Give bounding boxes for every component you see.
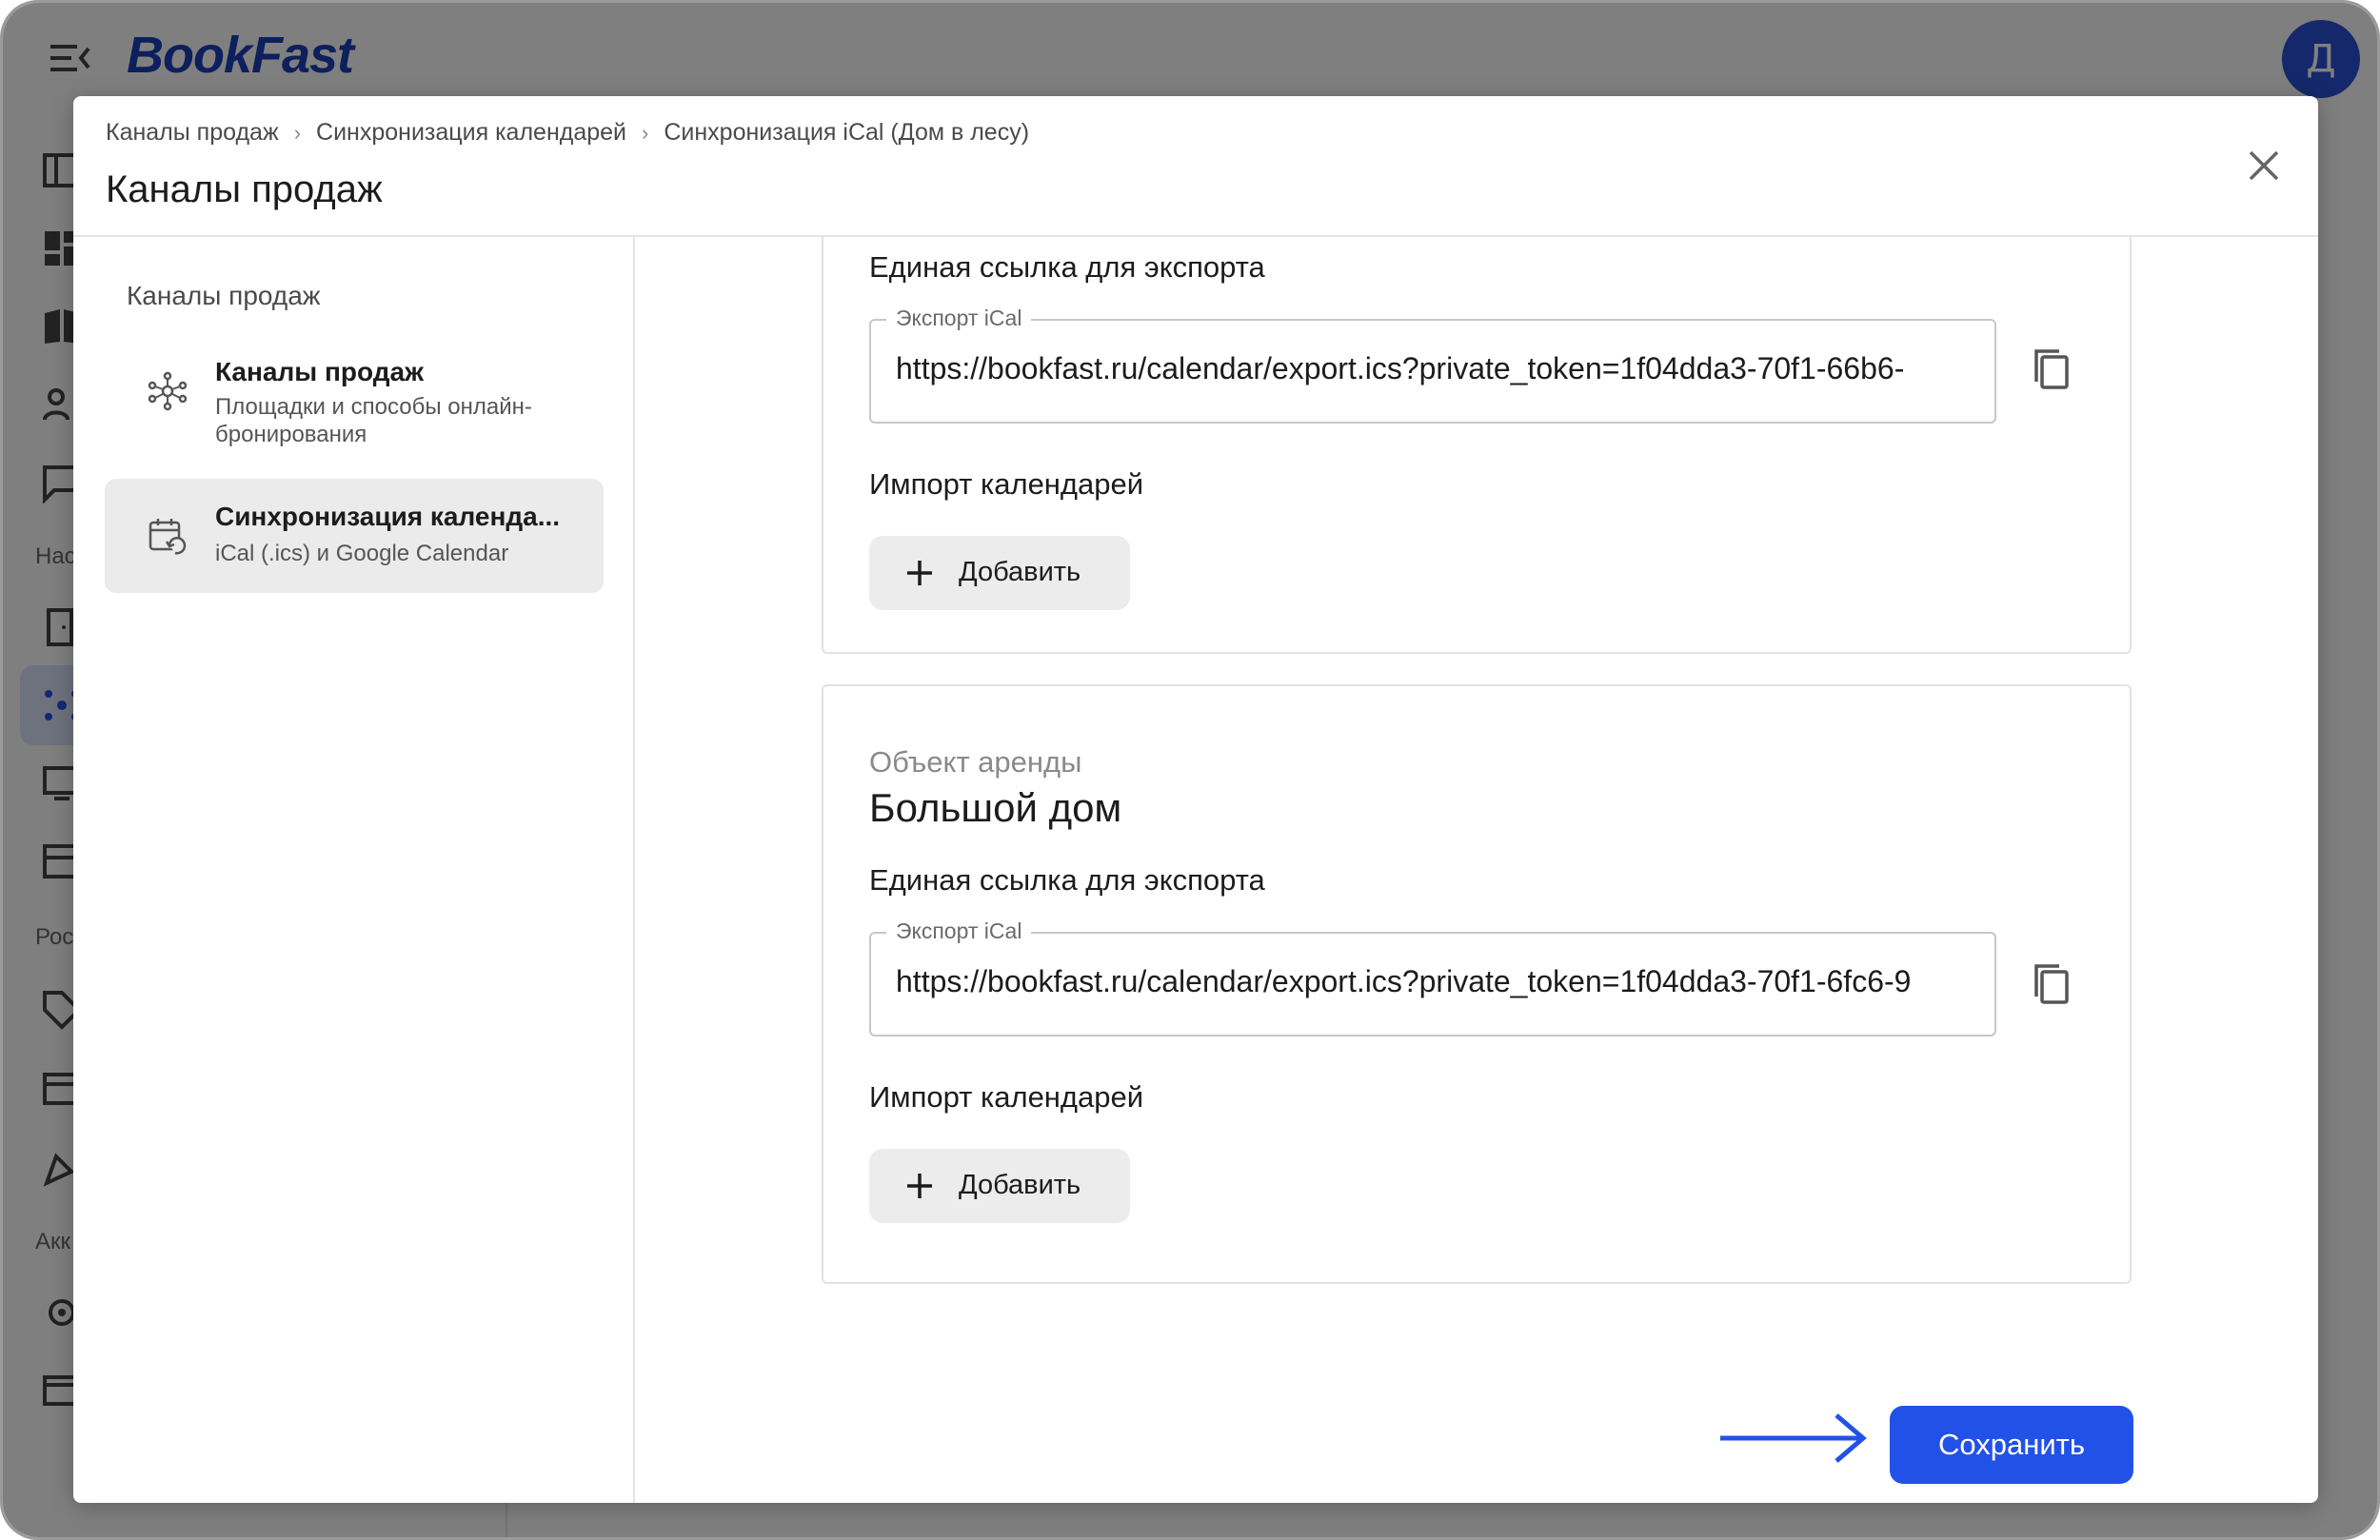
ical-export-field[interactable]: Экспорт iCal https://bookfast.ru/calenda… (869, 306, 1996, 424)
import-section-label: Импорт календарей (869, 1080, 1144, 1114)
breadcrumb-item-channels[interactable]: Каналы продаж (106, 119, 279, 147)
export-url-value[interactable]: https://bookfast.ru/calendar/export.ics?… (896, 351, 1977, 386)
object-name: Большой дом (869, 785, 1122, 830)
rental-object-card: Единая ссылка для экспорта Экспорт iCal … (822, 237, 2132, 654)
nav-item-title: Каналы продаж (215, 357, 424, 386)
plus-icon (907, 1174, 932, 1198)
calendar-sync-icon (149, 519, 187, 555)
network-icon (148, 371, 188, 411)
modal-nav: Каналы продаж Каналы продаж Площадки и с… (73, 237, 635, 1503)
add-button-label: Добавить (959, 557, 1081, 587)
modal-content[interactable]: Единая ссылка для экспорта Экспорт iCal … (637, 237, 2318, 1503)
copy-icon[interactable] (2027, 344, 2076, 397)
modal-title: Каналы продаж (106, 168, 383, 210)
modal-header: Каналы продаж › Синхронизация календарей… (73, 96, 2318, 237)
field-legend: Экспорт iCal (886, 306, 1032, 331)
rental-object-card: Объект аренды Большой дом Единая ссылка … (822, 684, 2132, 1284)
breadcrumb-item-calendar-sync[interactable]: Синхронизация календарей (316, 119, 626, 147)
arrow-right-icon (1720, 1413, 1867, 1463)
import-section-label: Импорт календарей (869, 467, 1144, 501)
nav-item-subtitle: Площадки и способы онлайн-бронирования (215, 394, 532, 447)
export-section-label: Единая ссылка для экспорта (869, 250, 1265, 284)
plus-icon (907, 561, 932, 585)
sales-channels-modal: Каналы продаж › Синхронизация календарей… (73, 96, 2318, 1503)
copy-icon[interactable] (2027, 958, 2076, 1012)
nav-item-calendar-sync[interactable]: Синхронизация календа... iCal (.ics) и G… (105, 479, 604, 593)
add-button-label: Добавить (959, 1170, 1081, 1200)
export-url-value[interactable]: https://bookfast.ru/calendar/export.ics?… (896, 964, 1977, 999)
breadcrumb-item-ical-sync: Синхронизация iCal (Дом в лесу) (664, 119, 1030, 146)
add-calendar-button[interactable]: Добавить (869, 536, 1130, 610)
object-label: Объект аренды (869, 745, 1082, 779)
chevron-right-icon: › (642, 120, 649, 145)
save-button[interactable]: Сохранить (1890, 1406, 2133, 1484)
add-calendar-button[interactable]: Добавить (869, 1149, 1130, 1223)
nav-item-subtitle: iCal (.ics) и Google Calendar (215, 541, 509, 566)
chevron-right-icon: › (293, 120, 302, 145)
nav-item-title: Синхронизация календа... (215, 502, 561, 531)
close-icon[interactable] (2242, 144, 2286, 188)
nav-item-sales-channels[interactable]: Каналы продаж Площадки и способы онлайн-… (105, 344, 604, 458)
nav-heading: Каналы продаж (127, 281, 321, 310)
export-section-label: Единая ссылка для экспорта (869, 863, 1265, 897)
breadcrumb: Каналы продаж › Синхронизация календарей… (106, 119, 1029, 147)
field-legend: Экспорт iCal (886, 918, 1032, 944)
app-frame: BookFast Д Нас Рос Акк Каналы продаж › С… (0, 0, 2380, 1540)
ical-export-field[interactable]: Экспорт iCal https://bookfast.ru/calenda… (869, 918, 1996, 1037)
